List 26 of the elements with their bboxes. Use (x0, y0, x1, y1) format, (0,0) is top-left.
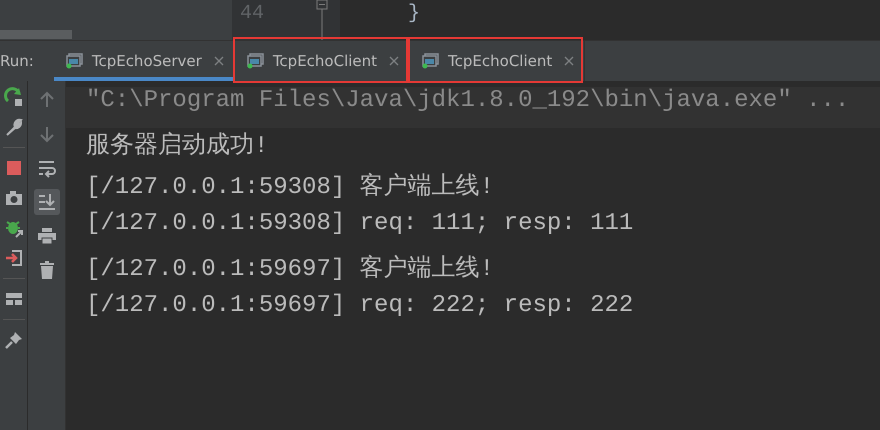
close-icon[interactable] (389, 56, 400, 66)
pin-icon[interactable] (4, 330, 24, 350)
run-tab[interactable]: TcpEchoClient (234, 41, 410, 81)
console-line: [/127.0.0.1:59697] 客户端上线! (86, 256, 494, 283)
camera-icon[interactable] (4, 188, 24, 208)
console-line: 服务器启动成功! (86, 133, 268, 160)
run-label: Run: (0, 52, 34, 70)
scrollbar[interactable] (0, 30, 72, 39)
run-tab[interactable]: TcpEchoServer (54, 41, 235, 81)
console-line: [/127.0.0.1:59308] 客户端上线! (86, 174, 494, 201)
wrap-icon[interactable] (36, 158, 56, 178)
window-icon (66, 53, 84, 69)
window-icon (422, 53, 440, 69)
rerun-icon[interactable] (4, 87, 24, 107)
console-line: [/127.0.0.1:59308] req: 111; resp: 111 (86, 210, 634, 237)
run-tab[interactable]: TcpEchoClient (410, 41, 586, 81)
scroll-end-icon[interactable] (36, 192, 56, 212)
close-icon[interactable] (214, 56, 224, 66)
window-icon (246, 53, 265, 69)
printer-icon[interactable] (36, 226, 56, 246)
exit-icon[interactable] (4, 248, 24, 268)
command-line: "C:\Program Files\Java\jdk1.8.0_192\bin\java.exe" ... (86, 87, 850, 114)
fold-icon[interactable] (316, 0, 328, 40)
code-line: } (408, 2, 420, 26)
close-icon[interactable] (564, 56, 574, 66)
console-line: [/127.0.0.1:59697] req: 222; resp: 222 (86, 292, 634, 319)
